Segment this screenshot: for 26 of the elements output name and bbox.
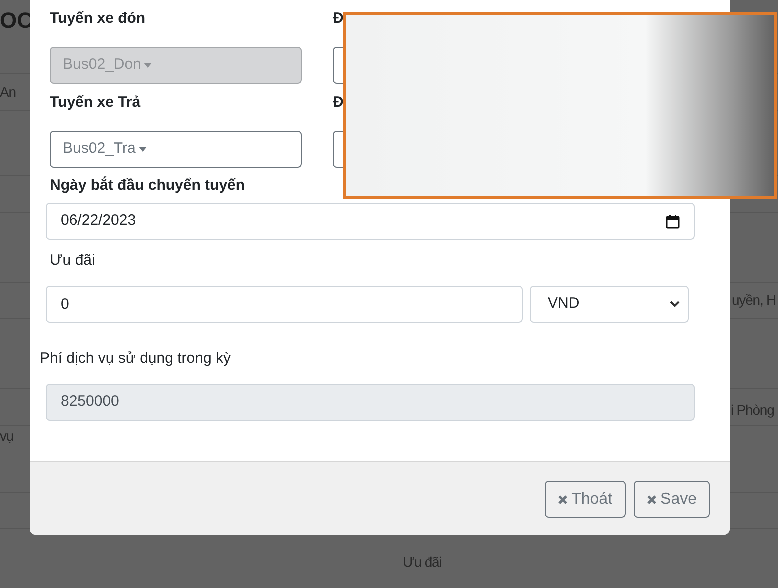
table-text: i Phòng	[731, 401, 774, 420]
discount-input[interactable]: 0	[46, 286, 523, 323]
footer-button[interactable]: Save	[634, 481, 710, 518]
table-text: Ưu đãi	[403, 553, 442, 572]
date-input[interactable]: 06/22/2023	[46, 203, 695, 240]
fee-input[interactable]: 8250000	[46, 384, 695, 421]
table-text: uyền, H	[732, 291, 776, 310]
field-label: Ưu đãi	[49, 251, 96, 271]
caret-icon	[138, 147, 147, 152]
field-label: Phí dịch vụ sử dụng trong kỳ	[40, 349, 232, 369]
calendar-icon[interactable]	[666, 214, 680, 228]
field-label: Đ	[333, 9, 345, 29]
currency-select[interactable]: VND	[530, 286, 689, 323]
chevron-down-icon	[670, 301, 680, 308]
caret-icon	[144, 63, 152, 68]
close-icon	[646, 494, 657, 504]
close-icon	[558, 494, 568, 504]
field-label: Đ	[333, 93, 345, 113]
page-title: OC	[0, 7, 33, 35]
table-text: An	[0, 83, 16, 102]
field-label: Ngày bắt đầu chuyển tuyến	[49, 176, 246, 196]
field-label: Tuyến xe Trả	[50, 93, 142, 113]
route-dropdown[interactable]: Bus02_Tra	[50, 131, 302, 168]
table-text: vụ	[0, 427, 14, 446]
footer-button[interactable]: Thoát	[544, 481, 626, 518]
field-label: Tuyến xe đón	[50, 9, 147, 29]
